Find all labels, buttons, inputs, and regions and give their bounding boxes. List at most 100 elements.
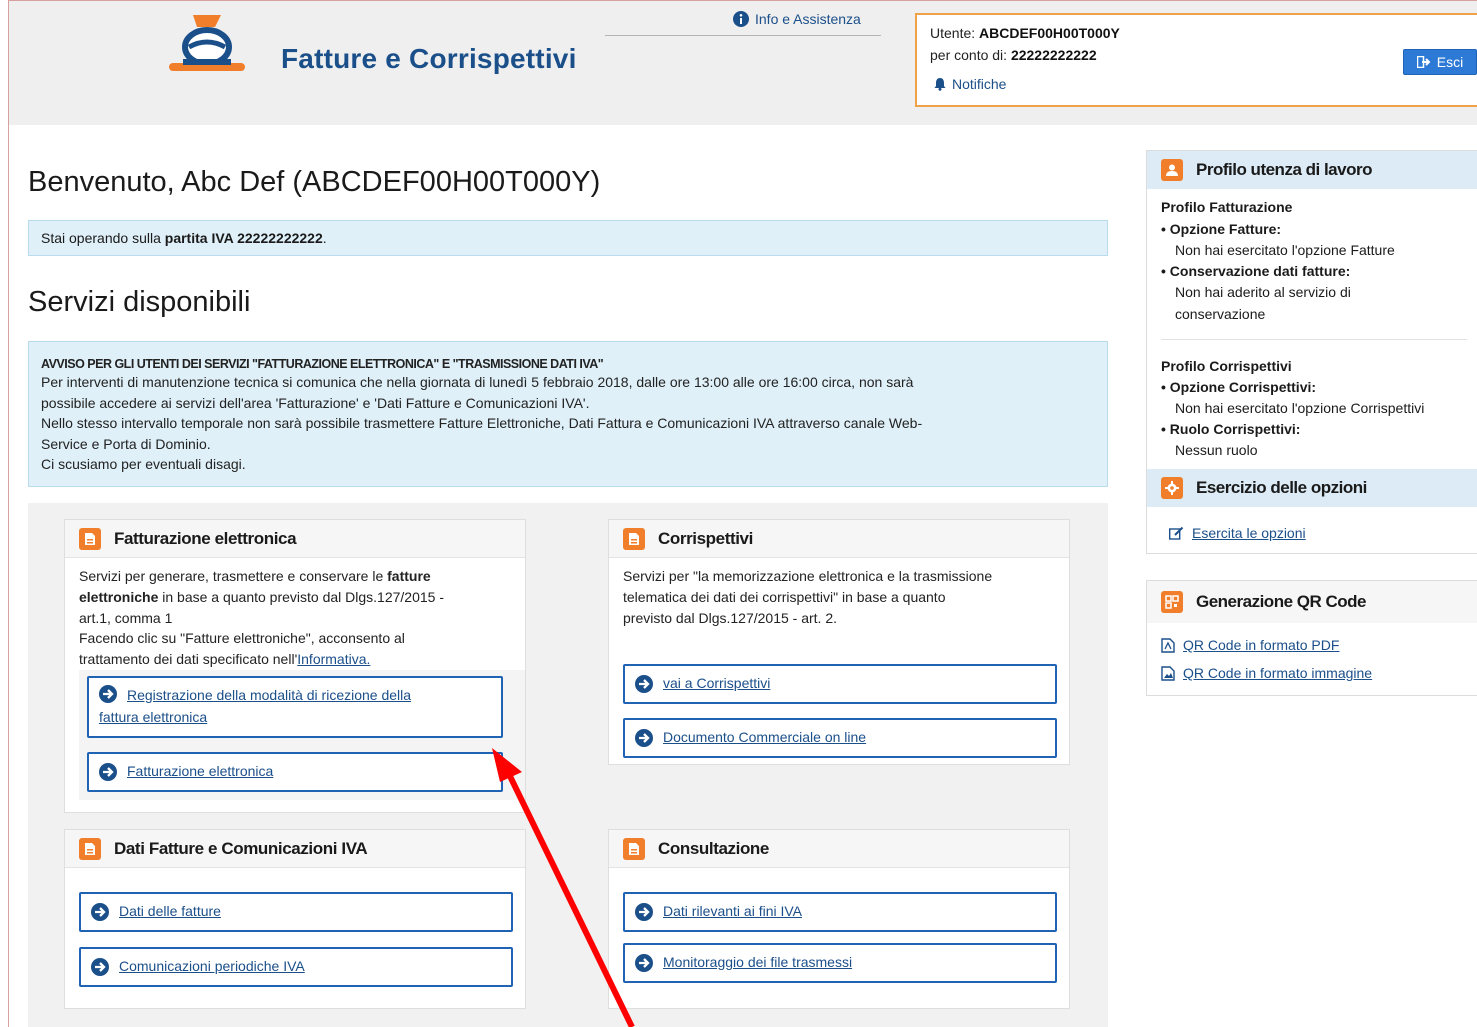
desc-text: previsto dal Dlgs.127/2015 - art. 2. bbox=[623, 609, 838, 626]
esercita-opzioni-link[interactable]: Esercita le opzioni bbox=[1169, 525, 1306, 541]
user-line: Utente: ABCDEF00H00T000Y bbox=[930, 25, 1120, 41]
opzione-corrispettivi-value: Non hai esercitato l'opzione Corrispetti… bbox=[1175, 400, 1425, 416]
documento-commerciale-label: Documento Commerciale on line bbox=[663, 729, 867, 745]
card-header: Dati Fatture e Comunicazioni IVA bbox=[65, 830, 525, 868]
esercizio-title: Esercizio delle opzioni bbox=[1196, 478, 1367, 497]
circle-arrow-icon bbox=[635, 954, 653, 972]
circle-arrow-icon bbox=[635, 903, 653, 921]
desc-text: Servizi per "la memorizzazione elettroni… bbox=[623, 568, 993, 584]
dati-rilevanti-label: Dati rilevanti ai fini IVA bbox=[663, 903, 803, 919]
opzione-fatture-value: Non hai esercitato l'opzione Fatture bbox=[1175, 242, 1395, 258]
vat-number: partita IVA 22222222222 bbox=[164, 230, 323, 246]
alert-line: Per interventi di manutenzione tecnica s… bbox=[41, 374, 914, 390]
account-label: per conto di: bbox=[930, 47, 1008, 63]
dati-fatture-button[interactable]: Dati delle fatture bbox=[79, 892, 513, 932]
desc-text: Servizi per generare, trasmettere e cons… bbox=[79, 568, 388, 584]
ruolo-label: Ruolo Corrispettivi: bbox=[1169, 421, 1301, 437]
opzione-fatture-row: • Opzione Fatture: bbox=[1161, 221, 1282, 237]
maintenance-alert: AVVISO PER GLI UTENTI DEI SERVIZI "FATTU… bbox=[28, 341, 1108, 487]
notifications-link[interactable]: Notifiche bbox=[933, 76, 1006, 92]
vai-corrispettivi-label: vai a Corrispettivi bbox=[663, 675, 771, 691]
profilo-panel: Profilo utenza di lavoro Profilo Fattura… bbox=[1146, 150, 1477, 554]
qr-pdf-link[interactable]: QR Code in formato PDF bbox=[1161, 637, 1339, 653]
document-icon bbox=[623, 837, 645, 860]
esercizio-header: Esercizio delle opzioni bbox=[1147, 469, 1477, 507]
user-icon bbox=[1161, 159, 1183, 181]
card-fatturazione-elettronica: Fatturazione elettronica Servizi per gen… bbox=[64, 519, 526, 813]
site-header: Fatture e Corrispettivi Info e Assistenz… bbox=[9, 1, 1477, 125]
vat-suffix: . bbox=[322, 230, 327, 246]
dati-rilevanti-button[interactable]: Dati rilevanti ai fini IVA bbox=[623, 892, 1057, 932]
desc-text: telematica dei dati dei corrispettivi" i… bbox=[623, 588, 946, 605]
conservazione-row: • Conservazione dati fatture: bbox=[1161, 263, 1351, 279]
vai-corrispettivi-button[interactable]: vai a Corrispettivi bbox=[623, 664, 1057, 704]
card-dati-fatture: Dati Fatture e Comunicazioni IVA Dati de… bbox=[64, 829, 526, 1009]
qr-image-link[interactable]: QR Code in formato immagine bbox=[1161, 665, 1372, 681]
document-icon bbox=[623, 527, 645, 550]
informativa-link[interactable]: Informativa. bbox=[297, 651, 370, 667]
comunicazioni-iva-button[interactable]: Comunicazioni periodiche IVA bbox=[79, 947, 513, 987]
logout-button[interactable]: Esci bbox=[1403, 49, 1477, 75]
desc-text: trattamento dei dati specificato nell' bbox=[79, 651, 298, 668]
account-line: per conto di: 22222222222 bbox=[930, 47, 1097, 63]
fatturazione-label: Fatturazione elettronica bbox=[127, 763, 274, 779]
comunicazioni-iva-label: Comunicazioni periodiche IVA bbox=[119, 958, 305, 974]
alert-line: Service e Porta di Dominio. bbox=[41, 435, 211, 452]
card-title: Dati Fatture e Comunicazioni IVA bbox=[114, 838, 368, 858]
info-assistenza-label: Info e Assistenza bbox=[755, 11, 861, 27]
desc-text: Facendo clic su "Fatture elettroniche", … bbox=[79, 630, 405, 647]
registrazione-label-1: Registrazione della modalità di ricezion… bbox=[127, 687, 412, 703]
image-file-icon bbox=[1161, 665, 1175, 681]
qr-image-label: QR Code in formato immagine bbox=[1183, 665, 1373, 681]
divider bbox=[1161, 339, 1467, 340]
card-description: Servizi per "la memorizzazione elettroni… bbox=[623, 566, 992, 628]
logout-label: Esci bbox=[1436, 54, 1464, 70]
desc-bold: fatture bbox=[387, 568, 431, 584]
qr-panel: Generazione QR Code QR Code in formato P… bbox=[1146, 580, 1477, 696]
logout-icon bbox=[1416, 56, 1431, 68]
ruolo-row: • Ruolo Corrispettivi: bbox=[1161, 421, 1301, 437]
bell-icon bbox=[934, 78, 946, 91]
conservazione-label: Conservazione dati fatture: bbox=[1169, 263, 1351, 279]
dati-fatture-label: Dati delle fatture bbox=[119, 903, 221, 919]
card-consultazione: Consultazione Dati rilevanti ai fini IVA… bbox=[608, 829, 1070, 1009]
user-value: ABCDEF00H00T000Y bbox=[979, 25, 1120, 41]
alert-line: Nello stesso intervallo temporale non sa… bbox=[41, 415, 923, 431]
card-title: Fatturazione elettronica bbox=[114, 528, 297, 548]
opzione-corrispettivi-label: Opzione Corrispettivi: bbox=[1169, 379, 1317, 395]
circle-arrow-icon bbox=[91, 958, 109, 976]
card-header: Corrispettivi bbox=[609, 520, 1069, 558]
card-title: Consultazione bbox=[658, 838, 769, 858]
qr-pdf-label: QR Code in formato PDF bbox=[1183, 637, 1340, 653]
vat-info-bar: Stai operando sulla partita IVA 22222222… bbox=[28, 220, 1108, 256]
circle-arrow-icon bbox=[99, 685, 117, 703]
user-label: Utente: bbox=[930, 25, 976, 41]
conservazione-value: conservazione bbox=[1175, 306, 1266, 322]
qr-title: Generazione QR Code bbox=[1196, 592, 1366, 611]
circle-arrow-icon bbox=[99, 763, 117, 781]
header-divider bbox=[605, 35, 881, 36]
opzione-corrispettivi-row: • Opzione Corrispettivi: bbox=[1161, 379, 1317, 395]
services-area: Fatturazione elettronica Servizi per gen… bbox=[28, 503, 1108, 1027]
alert-line: possibile accedere ai servizi dell'area … bbox=[41, 394, 590, 411]
card-corrispettivi: Corrispettivi Servizi per "la memorizzaz… bbox=[608, 519, 1070, 765]
app-title: Fatture e Corrispettivi bbox=[281, 43, 577, 74]
alert-line: Ci scusiamo per eventuali disagi. bbox=[41, 456, 246, 472]
pdf-file-icon bbox=[1161, 637, 1175, 653]
profilo-fatturazione-heading: Profilo Fatturazione bbox=[1161, 199, 1293, 215]
info-icon bbox=[733, 11, 749, 27]
registrazione-ricezione-button[interactable]: Registrazione della modalità di ricezion… bbox=[87, 676, 503, 738]
monitoraggio-button[interactable]: Monitoraggio dei file trasmessi bbox=[623, 943, 1057, 983]
ruolo-value: Nessun ruolo bbox=[1175, 442, 1258, 458]
documento-commerciale-button[interactable]: Documento Commerciale on line bbox=[623, 718, 1057, 758]
info-assistenza-link[interactable]: Info e Assistenza bbox=[733, 11, 861, 27]
desc-bold: elettroniche bbox=[79, 588, 159, 605]
fatturazione-elettronica-button[interactable]: Fatturazione elettronica bbox=[87, 752, 503, 792]
circle-arrow-icon bbox=[635, 675, 653, 693]
registrazione-label-2: fattura elettronica bbox=[99, 709, 208, 725]
account-value: 22222222222 bbox=[1010, 47, 1097, 63]
vat-prefix: Stai operando sulla bbox=[41, 230, 165, 246]
esercita-opzioni-label: Esercita le opzioni bbox=[1192, 525, 1306, 541]
card-header: Fatturazione elettronica bbox=[65, 520, 525, 558]
opzione-fatture-label: Opzione Fatture: bbox=[1169, 221, 1282, 237]
